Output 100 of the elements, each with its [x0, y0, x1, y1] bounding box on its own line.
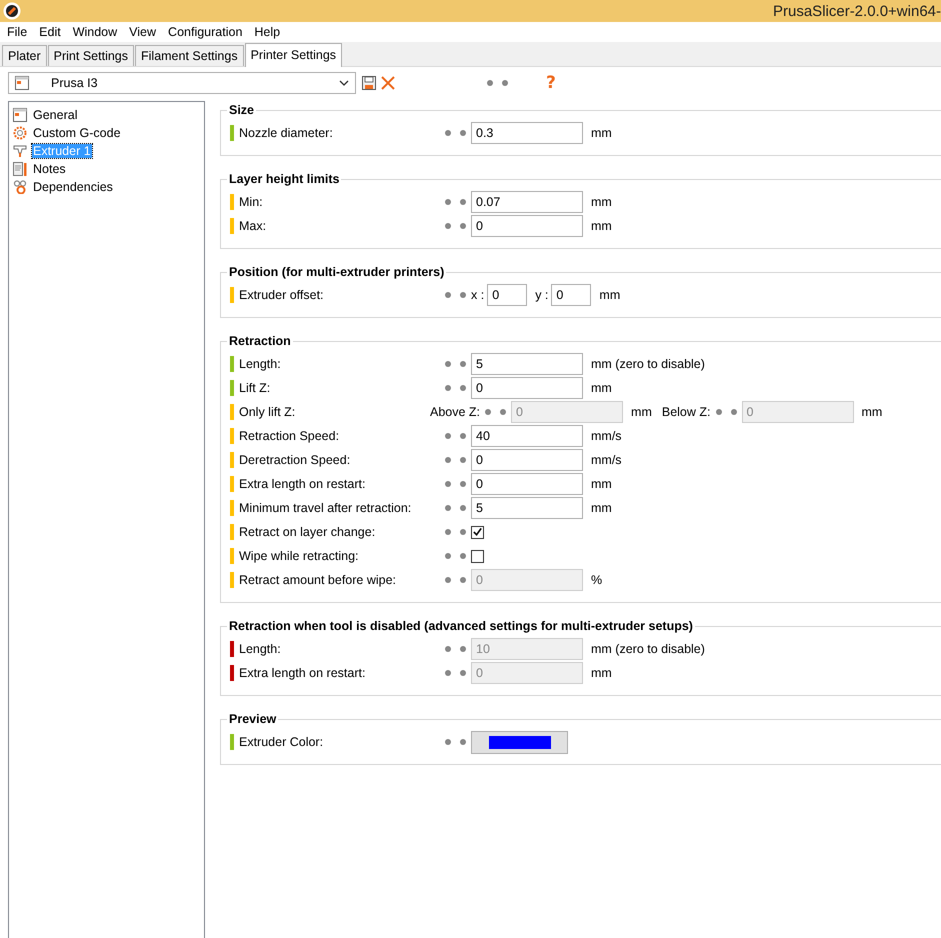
unit-label: mm/s — [591, 453, 622, 467]
option-label: Extruder Color: — [239, 735, 324, 749]
undo-dot-icon[interactable] — [500, 409, 506, 415]
option-label: Max: — [239, 219, 266, 233]
tree-item[interactable]: Dependencies — [32, 180, 114, 194]
notes-icon — [13, 162, 27, 176]
lock-dot-icon[interactable] — [445, 739, 451, 745]
undo-dot-icon[interactable] — [730, 409, 736, 415]
group-title: Layer height limits — [228, 172, 340, 186]
lock-dot-icon[interactable] — [445, 646, 451, 652]
undo-dot-icon[interactable] — [460, 739, 466, 745]
option-label: Retraction Speed: — [239, 429, 340, 443]
undo-dot-icon[interactable] — [460, 385, 466, 391]
input-field[interactable]: 5 — [471, 353, 583, 375]
lock-dot-icon[interactable] — [485, 409, 492, 415]
undo-dot-icon[interactable] — [460, 505, 466, 511]
undo-dot-icon[interactable] — [460, 223, 466, 229]
unit-label: mm — [631, 405, 652, 419]
menu-item[interactable]: Edit — [33, 25, 67, 39]
axis-label: y : — [535, 288, 548, 302]
lock-dot-icon[interactable] — [445, 223, 451, 229]
input-field[interactable]: 0.3 — [471, 122, 583, 144]
undo-dot-icon[interactable] — [460, 130, 466, 136]
undo-dot-icon[interactable] — [460, 553, 466, 559]
unit-label: % — [591, 573, 602, 587]
field-label: Below Z: — [662, 405, 710, 419]
option-label: Extruder offset: — [239, 288, 324, 302]
lock-dot-icon[interactable] — [445, 433, 451, 439]
undo-dot-icon[interactable] — [460, 577, 466, 583]
lock-dot-icon[interactable] — [445, 199, 451, 205]
option-label: Retract on layer change: — [239, 525, 376, 539]
option-label: Wipe while retracting: — [239, 549, 358, 563]
input-field[interactable]: 0 — [551, 284, 592, 306]
unit-label: mm — [591, 195, 612, 209]
lock-dot-icon[interactable] — [445, 385, 451, 391]
option-label: Lift Z: — [239, 381, 270, 395]
lock-dot-icon[interactable] — [487, 80, 493, 86]
undo-dot-icon[interactable] — [460, 199, 466, 205]
unit-label: mm — [862, 405, 882, 419]
lock-dot-icon[interactable] — [445, 553, 451, 559]
lock-dot-icon[interactable] — [445, 529, 451, 535]
undo-dot-icon[interactable] — [460, 646, 466, 652]
undo-dot-icon[interactable] — [460, 670, 466, 676]
lock-dot-icon[interactable] — [445, 130, 451, 136]
tree-item[interactable]: General — [32, 108, 78, 122]
lock-dot-icon[interactable] — [445, 670, 451, 676]
tab[interactable]: Filament Settings — [135, 45, 244, 66]
save-icon[interactable] — [362, 76, 376, 90]
option-label: Only lift Z: — [239, 405, 296, 419]
unit-label: mm — [591, 381, 612, 395]
lock-dot-icon[interactable] — [445, 505, 451, 511]
group-title: Position (for multi-extruder printers) — [228, 265, 446, 279]
undo-dot-icon[interactable] — [460, 481, 466, 487]
tree-item[interactable]: Notes — [32, 162, 67, 176]
field-label: Above Z: — [430, 405, 480, 419]
window-icon — [13, 108, 27, 122]
input-field[interactable]: 5 — [471, 497, 583, 519]
group-title: Preview — [228, 712, 278, 726]
option-label: Min: — [239, 195, 263, 209]
menu-item[interactable]: Window — [66, 25, 124, 39]
menu-item[interactable]: View — [123, 25, 162, 39]
menu-item[interactable]: Help — [248, 25, 286, 39]
lock-dot-icon[interactable] — [716, 409, 722, 415]
checkbox[interactable] — [471, 526, 484, 538]
lock-dot-icon[interactable] — [445, 577, 451, 583]
tab[interactable]: Printer Settings — [244, 43, 342, 67]
unit-label: mm (zero to disable) — [591, 357, 705, 371]
option-label: Extra length on restart: — [239, 666, 366, 680]
lock-dot-icon[interactable] — [445, 481, 451, 487]
unit-label: mm (zero to disable) — [591, 642, 705, 656]
input-field[interactable]: 0 — [487, 284, 528, 306]
unit-label: mm — [591, 501, 612, 515]
preset-dropdown[interactable]: Prusa I3 — [8, 72, 356, 94]
lock-dot-icon[interactable] — [445, 361, 451, 367]
lock-dot-icon[interactable] — [445, 292, 451, 298]
input-field[interactable]: 40 — [471, 425, 583, 447]
undo-dot-icon[interactable] — [460, 361, 466, 367]
checkbox[interactable] — [471, 550, 484, 562]
tab[interactable]: Plater — [2, 45, 47, 66]
close-icon[interactable] — [380, 75, 396, 91]
input-field[interactable]: 0 — [471, 449, 583, 471]
lock-dot-icon[interactable] — [445, 457, 451, 463]
menu-item[interactable]: File — [1, 25, 34, 39]
unit-label: mm — [591, 126, 612, 140]
option-label: Retract amount before wipe: — [239, 573, 396, 587]
option-label: Length: — [239, 357, 281, 371]
menu-item[interactable]: Configuration — [162, 25, 248, 39]
input-field[interactable]: 0.07 — [471, 191, 583, 213]
undo-dot-icon[interactable] — [502, 80, 508, 86]
tree-item[interactable]: Custom G-code — [32, 126, 122, 140]
preset-name: Prusa I3 — [51, 76, 99, 90]
input-field[interactable]: 0 — [471, 377, 583, 399]
tab[interactable]: Print Settings — [48, 45, 134, 66]
input-field[interactable]: 0 — [471, 473, 583, 495]
undo-dot-icon[interactable] — [460, 433, 466, 439]
input-field[interactable]: 0 — [471, 215, 583, 237]
undo-dot-icon[interactable] — [460, 529, 466, 535]
color-picker-button[interactable] — [471, 730, 568, 754]
undo-dot-icon[interactable] — [460, 457, 466, 463]
undo-dot-icon[interactable] — [460, 292, 466, 298]
